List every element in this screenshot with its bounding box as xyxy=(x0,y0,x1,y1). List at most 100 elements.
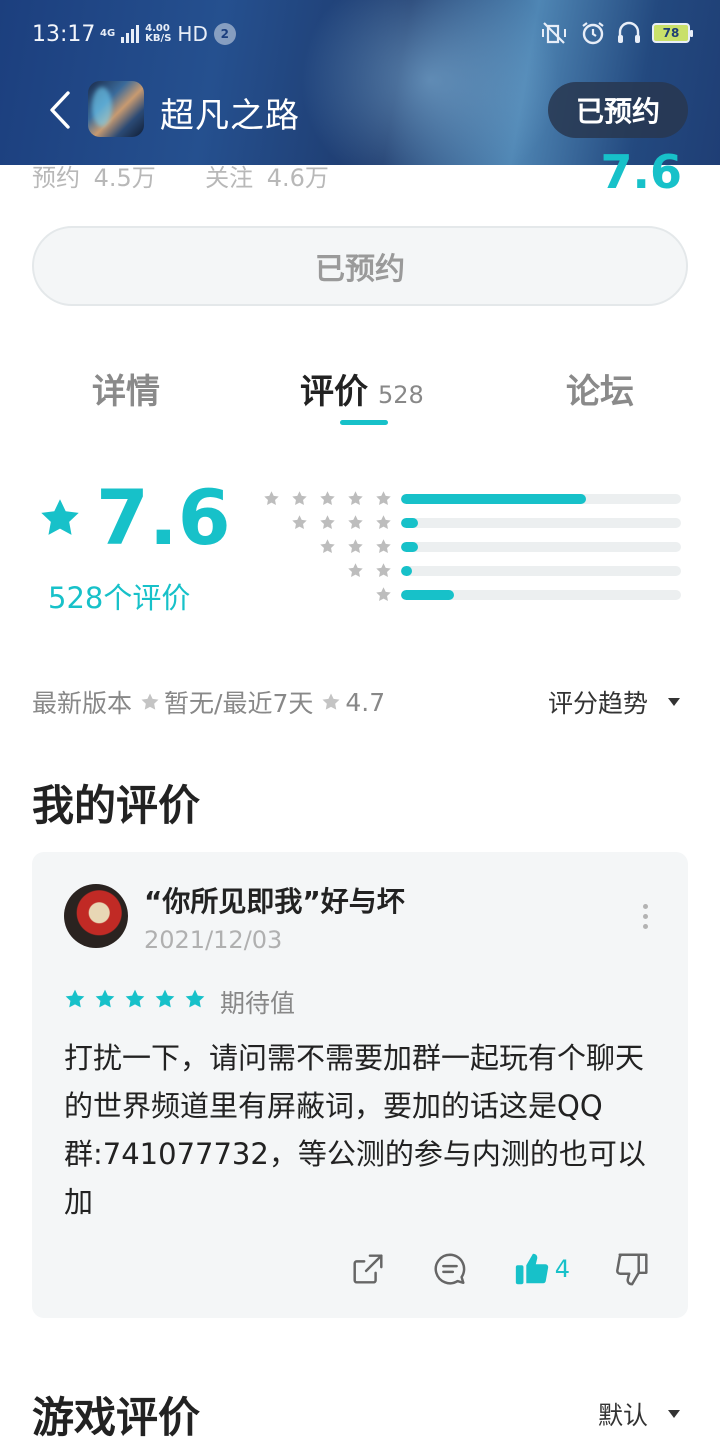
tab-bar: 详情 评价 528 论坛 xyxy=(0,350,720,430)
star-icon xyxy=(348,563,363,578)
game-icon xyxy=(88,81,144,137)
review-user-name[interactable]: “你所见即我”好与坏 xyxy=(144,880,405,920)
like-count: 4 xyxy=(554,1255,570,1283)
star-icon xyxy=(320,515,335,530)
rating-row-stars xyxy=(375,586,392,603)
rating-trend-label: 评分趋势 xyxy=(547,689,648,718)
star-icon xyxy=(322,693,340,710)
rating-row-bar-track xyxy=(401,494,681,504)
rating-row-bar-track xyxy=(401,542,681,552)
reserve-label: 预约 xyxy=(32,164,80,192)
follow-count: 4.6万 xyxy=(266,164,329,192)
header-score: 7.6 xyxy=(600,145,683,199)
network-speed: 4.00 KB/S xyxy=(145,24,171,44)
more-vertical-icon[interactable] xyxy=(643,904,648,929)
rating-distribution xyxy=(256,488,686,608)
star-icon xyxy=(348,491,363,506)
rating-row-bar-track xyxy=(401,518,681,528)
sort-dropdown[interactable]: 默认 xyxy=(598,1396,680,1432)
thumbs-up-icon xyxy=(515,1253,548,1285)
star-icon xyxy=(376,491,391,506)
share-button[interactable] xyxy=(349,1250,387,1288)
comment-icon xyxy=(434,1253,466,1285)
rating-row-stars xyxy=(347,562,392,579)
rating-row-bar-fill xyxy=(401,566,413,576)
star-icon xyxy=(185,989,205,1008)
star-icon xyxy=(155,989,175,1008)
rating-row-bar-fill xyxy=(401,494,586,504)
game-title: 超凡之路 xyxy=(160,96,300,136)
rating-row-1-star xyxy=(256,584,686,608)
review-date: 2021/12/03 xyxy=(144,926,283,954)
rating-row-bar-fill xyxy=(401,518,418,528)
speed-unit: KB/S xyxy=(145,33,172,44)
caret-down-icon xyxy=(668,698,680,706)
rating-score: 7.6 xyxy=(96,473,231,562)
star-icon xyxy=(292,515,307,530)
star-icon xyxy=(264,491,279,506)
reserve-button[interactable]: 已预约 xyxy=(32,226,688,306)
network-gen: 4G xyxy=(100,28,116,39)
sort-label: 默认 xyxy=(597,1401,648,1430)
star-icon xyxy=(41,499,79,535)
avatar[interactable] xyxy=(64,884,128,948)
alarm-icon xyxy=(582,22,604,45)
tab-details[interactable]: 详情 xyxy=(92,364,160,413)
review-actions: 4 xyxy=(305,1250,652,1288)
star-icon xyxy=(376,563,391,578)
my-review-card[interactable]: “你所见即我”好与坏 2021/12/03 期待值 打扰一下，请问需不需要加群一… xyxy=(32,852,688,1318)
like-button[interactable]: 4 xyxy=(513,1250,570,1288)
rating-row-bar-fill xyxy=(401,542,418,552)
star-icon xyxy=(376,587,391,602)
follow-label: 关注 xyxy=(205,164,254,192)
tab-reviews[interactable]: 评价 528 xyxy=(300,364,424,413)
rating-row-3-star xyxy=(256,536,686,560)
comment-button[interactable] xyxy=(431,1250,469,1288)
app-header: 13:17 4G 4.00 KB/S HD 2 78 超凡之路 已预约 xyxy=(0,0,720,165)
nav-bar: 超凡之路 已预约 xyxy=(0,78,720,142)
reserve-count: 4.5万 xyxy=(93,164,156,192)
star-icon xyxy=(376,539,391,554)
latest-version-value: 暂无 xyxy=(164,689,215,718)
hd-label: HD xyxy=(177,22,208,46)
review-star-rating xyxy=(64,988,206,1010)
star-icon xyxy=(292,491,307,506)
recent-ratings: 最新版本 暂无 /最近7天 4.7 xyxy=(32,684,385,720)
rating-row-stars xyxy=(319,538,392,555)
rating-row-bar-fill xyxy=(401,590,455,600)
star-icon xyxy=(95,989,115,1008)
star-icon xyxy=(348,515,363,530)
back-button[interactable] xyxy=(40,88,80,132)
chevron-left-icon xyxy=(50,91,70,129)
rating-trend-dropdown[interactable]: 评分趋势 xyxy=(548,684,680,720)
star-icon xyxy=(141,693,159,710)
status-time: 13:17 xyxy=(32,22,96,47)
active-tab-indicator xyxy=(340,420,388,425)
dislike-button[interactable] xyxy=(614,1250,652,1288)
mute-vibrate-icon xyxy=(542,22,566,44)
tab-forum[interactable]: 论坛 xyxy=(566,364,634,413)
system-icons: 78 xyxy=(540,20,693,46)
rating-row-stars xyxy=(291,514,392,531)
rating-row-2-star xyxy=(256,560,686,584)
network-indicator: 4G 4.00 KB/S HD 2 xyxy=(100,22,236,46)
tab-reviews-label: 评价 xyxy=(300,372,368,412)
rating-row-bar-track xyxy=(401,566,681,576)
game-reviews-title: 游戏评价 xyxy=(32,1393,201,1440)
battery-icon: 78 xyxy=(652,23,693,43)
status-bar: 13:17 4G 4.00 KB/S HD 2 78 xyxy=(0,0,720,70)
reserved-status-button[interactable]: 已预约 xyxy=(548,82,688,138)
headset-icon xyxy=(618,21,640,43)
star-icon xyxy=(348,539,363,554)
latest-version-label: 最新版本 xyxy=(32,689,133,718)
recent-label: /最近7天 xyxy=(214,689,314,718)
rating-row-5-star xyxy=(256,488,686,512)
signal-icon xyxy=(121,25,140,43)
notification-badge: 2 xyxy=(213,23,236,45)
share-icon xyxy=(353,1254,383,1284)
game-stats: 预约 4.5万 关注 4.6万 xyxy=(32,158,335,193)
rating-count: 528个评价 xyxy=(48,581,191,615)
review-text: 打扰一下，请问需不需要加群一起玩有个聊天的世界频道里有屏蔽词，要加的话这是QQ群… xyxy=(64,1041,646,1219)
my-review-title: 我的评价 xyxy=(32,781,201,830)
star-icon xyxy=(320,491,335,506)
